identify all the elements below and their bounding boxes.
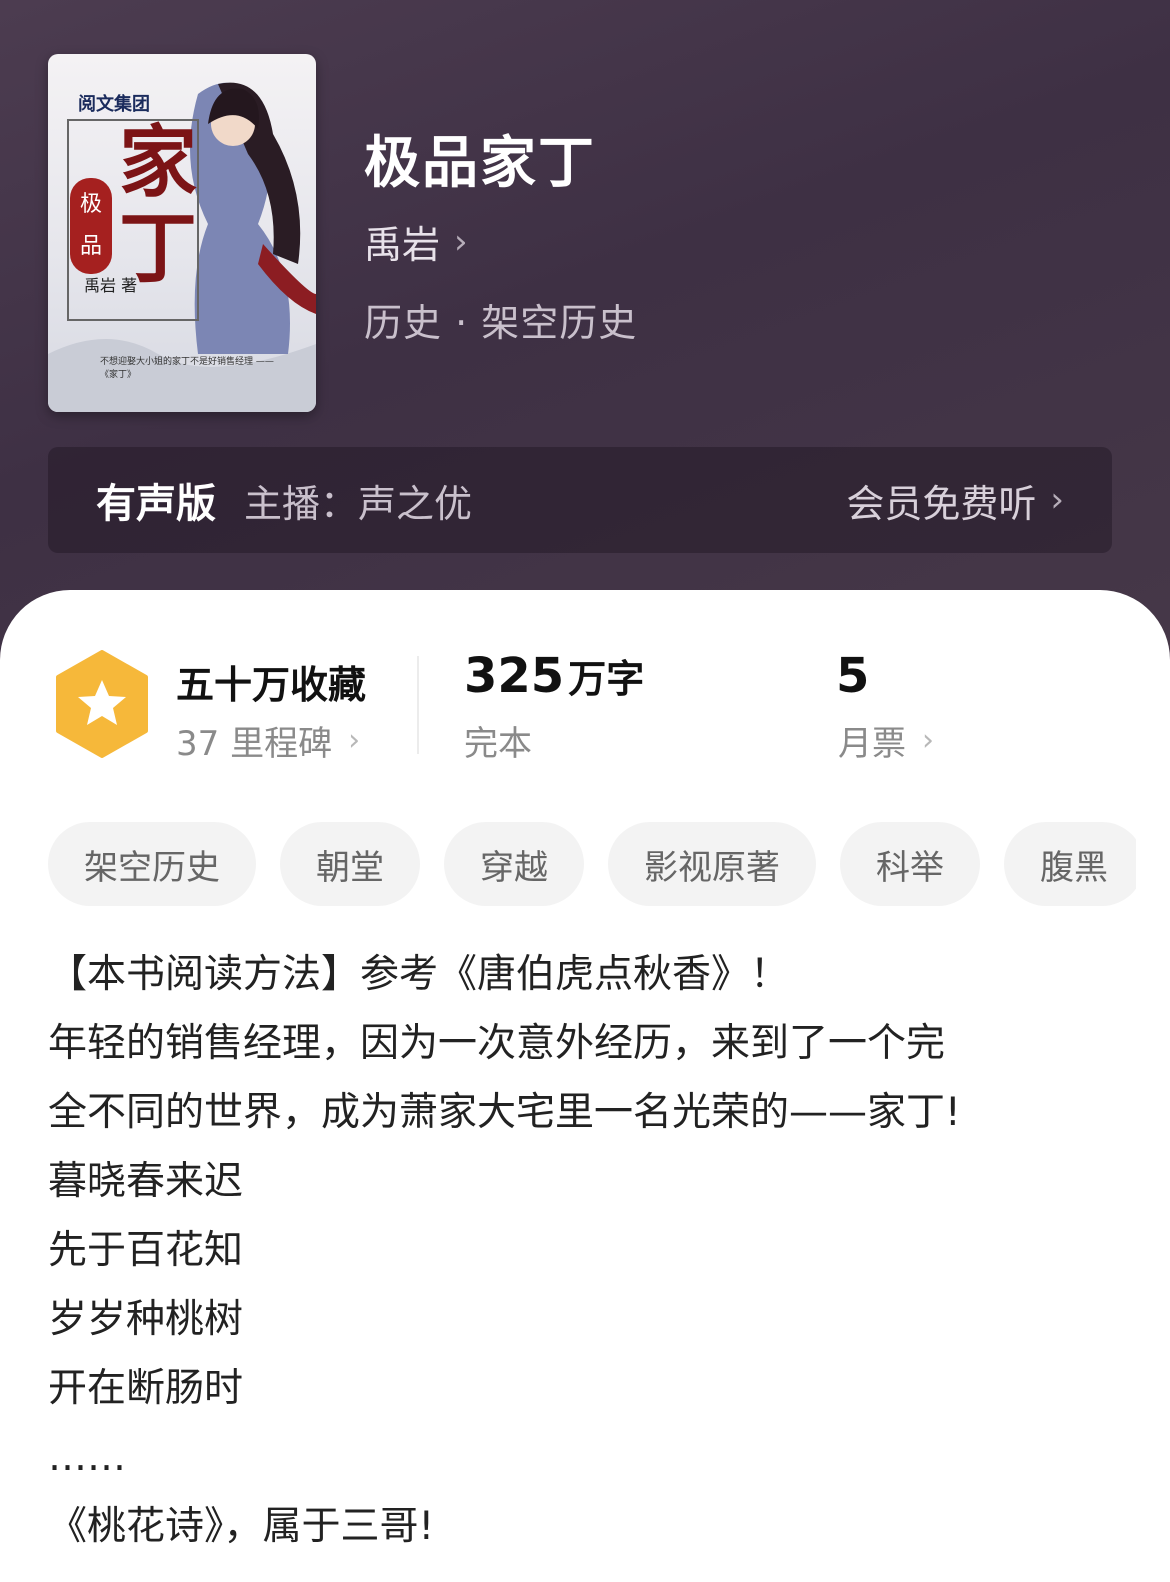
tag-chip[interactable]: 穿越 — [444, 822, 584, 906]
cover-publisher: 阅文集团 — [78, 94, 150, 115]
description-line: …… — [48, 1435, 126, 1480]
milestones-link[interactable]: 37 里程碑 › — [176, 716, 360, 765]
audio-edition-bar[interactable]: 有声版 主播：声之优 会员免费听 › — [48, 447, 1112, 553]
chevron-right-icon: › — [454, 221, 468, 262]
book-title: 极品家丁 — [364, 131, 596, 196]
chevron-right-icon: › — [1050, 480, 1064, 520]
book-header: 阅文集团 家丁 极品 禹岩 著 不想迎娶大小姐的家丁不是好销售经理 ——《家丁》… — [0, 0, 1170, 680]
book-cover[interactable]: 阅文集团 家丁 极品 禹岩 著 不想迎娶大小姐的家丁不是好销售经理 ——《家丁》 — [48, 54, 316, 412]
tag-chip[interactable]: 科举 — [840, 822, 980, 906]
word-count: 325 万字 — [464, 648, 644, 704]
description-line: 全不同的世界，成为萧家大宅里一名光荣的——家丁! — [48, 1090, 961, 1135]
chevron-right-icon: › — [348, 723, 361, 758]
listen-free-button[interactable]: 会员免费听 › — [846, 473, 1064, 528]
completion-status: 完本 — [464, 724, 532, 764]
description-line: 年轻的销售经理，因为一次意外经历，来到了一个完 — [48, 1021, 946, 1066]
listen-free-label: 会员免费听 — [846, 481, 1037, 526]
audio-host: 主播：声之优 — [244, 481, 473, 526]
stats-row: 五十万收藏 37 里程碑 › 325 万字 完本 5 月票 › — [0, 590, 1170, 790]
tag-chip[interactable]: 腹黑 — [1004, 822, 1136, 906]
author-link[interactable]: 禹岩 › — [364, 214, 468, 269]
description-line: 先于百花知 — [48, 1228, 244, 1273]
cover-author: 禹岩 著 — [84, 276, 138, 295]
book-description[interactable]: 【本书阅读方法】参考《唐伯虎点秋香》！ 年轻的销售经理，因为一次意外经历，来到了… — [48, 940, 1128, 1561]
cover-tagline: 不想迎娶大小姐的家丁不是好销售经理 ——《家丁》 — [100, 357, 274, 380]
monthly-tickets-label: 月票 — [838, 724, 906, 764]
cover-badge: 极品 — [70, 178, 112, 274]
audio-label: 有声版 — [96, 481, 216, 527]
tag-chip[interactable]: 朝堂 — [280, 822, 420, 906]
star-badge-icon — [56, 650, 148, 758]
word-count-number: 325 — [464, 648, 565, 704]
author-name: 禹岩 — [364, 223, 441, 267]
stats-divider — [417, 656, 419, 754]
cover-title: 家丁 — [118, 117, 197, 294]
description-line: 岁岁种桃树 — [48, 1297, 244, 1342]
chevron-right-icon: › — [922, 723, 934, 758]
tag-chip[interactable]: 影视原著 — [608, 822, 816, 906]
milestones-label: 37 里程碑 — [176, 724, 333, 764]
description-line: 暮晓春来迟 — [48, 1159, 244, 1204]
description-line: 开在断肠时 — [48, 1366, 244, 1411]
tag-list: 架空历史 朝堂 穿越 影视原著 科举 腹黑 — [48, 822, 1136, 906]
monthly-tickets-link[interactable]: 月票 › — [838, 716, 934, 765]
book-category[interactable]: 历史 · 架空历史 — [364, 292, 637, 347]
tag-chip[interactable]: 架空历史 — [48, 822, 256, 906]
monthly-tickets-count: 5 — [836, 648, 870, 704]
description-line: 《桃花诗》，属于三哥! — [48, 1504, 435, 1549]
collections-count: 五十万收藏 — [176, 663, 367, 707]
word-count-unit: 万字 — [568, 657, 645, 701]
description-line: 【本书阅读方法】参考《唐伯虎点秋香》！ — [48, 952, 790, 997]
book-info-card: 五十万收藏 37 里程碑 › 325 万字 完本 5 月票 › 架空历史 朝堂 … — [0, 590, 1170, 1582]
